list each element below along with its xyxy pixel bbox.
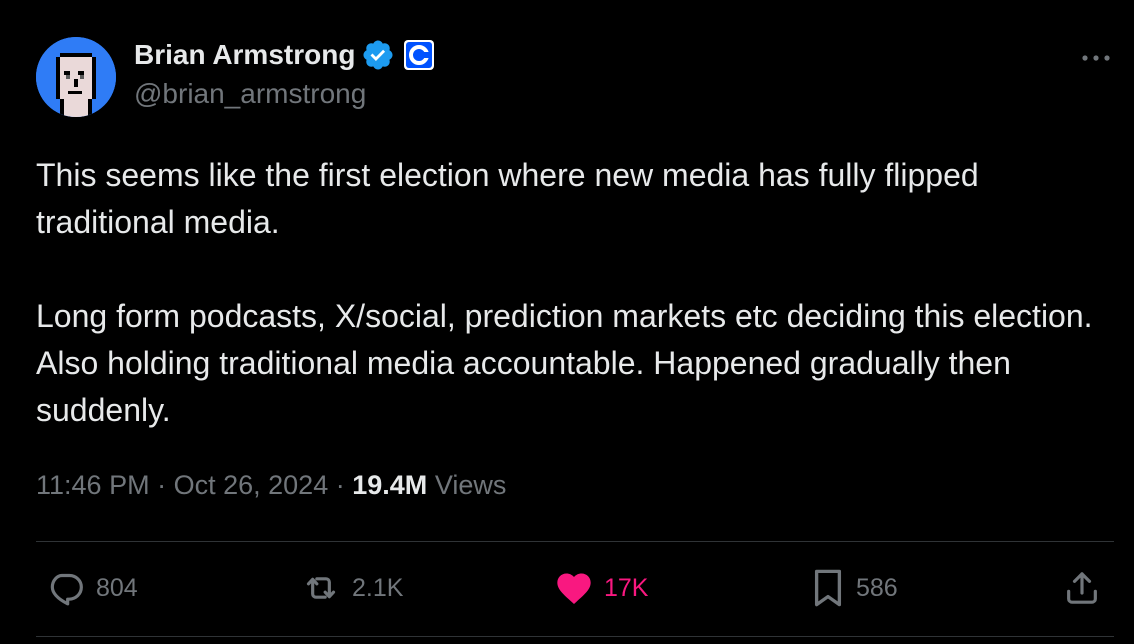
tweet-date[interactable]: Oct 26, 2024 — [174, 470, 329, 500]
tweet-paragraph: This seems like the first election where… — [36, 157, 979, 240]
display-name[interactable]: Brian Armstrong — [134, 39, 355, 71]
avatar[interactable] — [36, 37, 116, 117]
bookmark-icon — [810, 567, 846, 609]
meta-separator: · — [335, 470, 345, 500]
tweet: Brian Armstrong @brian_armstrong This se… — [0, 0, 1134, 644]
bookmark-button[interactable]: 586 — [810, 566, 898, 610]
divider — [36, 636, 1114, 637]
action-bar: 804 2.1K 17K 586 — [0, 560, 1134, 616]
views-label: Views — [434, 470, 507, 500]
reply-count: 804 — [96, 573, 138, 602]
tweet-time[interactable]: 11:46 PM — [36, 470, 150, 500]
meta-separator: · — [157, 470, 167, 500]
divider — [36, 541, 1114, 542]
repost-arrows-icon — [300, 568, 342, 608]
tweet-meta: 11:46 PM · Oct 26, 2024 · 19.4M Views — [36, 470, 506, 501]
author-handle[interactable]: @brian_armstrong — [134, 78, 366, 110]
bookmark-count: 586 — [856, 573, 898, 602]
tweet-text: This seems like the first election where… — [36, 152, 1096, 434]
repost-button[interactable]: 2.1K — [300, 566, 403, 610]
more-dots-icon[interactable] — [1080, 44, 1112, 72]
share-upload-icon — [1062, 568, 1102, 608]
author-name-row[interactable]: Brian Armstrong — [134, 38, 435, 72]
reply-bubble-icon — [46, 568, 86, 608]
repost-count: 2.1K — [352, 573, 404, 602]
like-button[interactable]: 17K — [554, 566, 648, 610]
heart-filled-icon — [554, 568, 594, 608]
like-count: 17K — [604, 573, 649, 602]
coinbase-logo-icon[interactable] — [403, 39, 435, 71]
reply-button[interactable]: 804 — [46, 566, 138, 610]
views-count: 19.4M — [352, 470, 428, 500]
tweet-paragraph: Long form podcasts, X/social, prediction… — [36, 298, 1093, 428]
avatar-image — [36, 37, 116, 117]
verified-badge-icon[interactable] — [361, 38, 395, 72]
share-button[interactable] — [1062, 566, 1102, 610]
